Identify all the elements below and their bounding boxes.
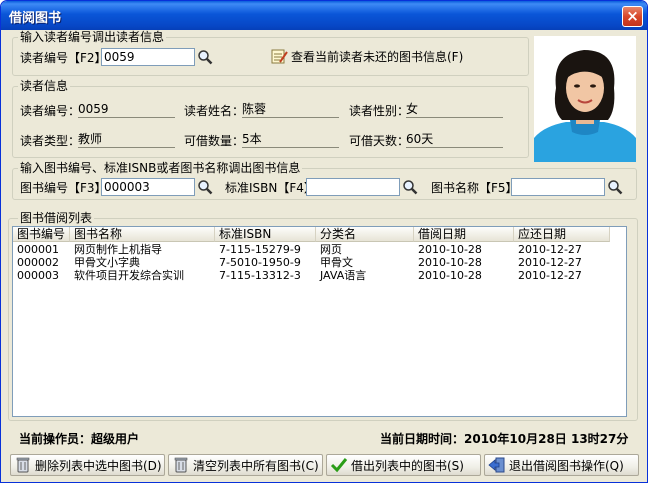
- reader-number-value: 0059: [78, 102, 175, 118]
- column-header-book-name[interactable]: 图书名称: [70, 227, 215, 242]
- reader-photo: [534, 36, 636, 162]
- table-row[interactable]: 000002 甲骨文小字典 7-5010-1950-9 甲骨文 2010-10-…: [13, 256, 610, 269]
- cell-book-name: 甲骨文小字典: [74, 256, 140, 269]
- current-operator: 当前操作员：超级用户: [19, 432, 140, 446]
- borrow-book-window: 借阅图书 × 输入读者编号调出读者信息 读者编号【F2】 0059 查看当前读者…: [0, 0, 648, 483]
- exit-icon: [488, 457, 505, 473]
- cell-borrow-date: 2010-10-28: [418, 269, 482, 282]
- reader-type-value: 教师: [78, 132, 175, 148]
- reader-number-label: 读者编号：: [20, 104, 81, 118]
- reader-gender-label: 读者性别：: [349, 104, 410, 118]
- reader-id-input[interactable]: 0059: [101, 48, 195, 66]
- book-search-group-title: 输入图书编号、标准ISNB或者图书名称调出图书信息: [18, 161, 303, 175]
- book-name-label: 图书名称【F5】: [431, 181, 518, 195]
- search-book-number-button[interactable]: [195, 178, 215, 196]
- borrow-books-button[interactable]: 借出列表中的图书(S): [326, 454, 481, 476]
- borrow-days-label: 可借天数：: [349, 134, 410, 148]
- magnifier-icon: [198, 50, 213, 65]
- magnifier-icon: [198, 180, 213, 195]
- unreturned-books-link[interactable]: 查看当前读者未还的图书信息(F): [271, 48, 463, 65]
- clear-all-button[interactable]: 清空列表中所有图书(C): [168, 454, 323, 476]
- book-name-input[interactable]: [511, 178, 605, 196]
- trash-icon: [174, 457, 188, 473]
- cell-category: 网页: [320, 243, 342, 256]
- borrow-list-view[interactable]: 图书编号 图书名称 标准ISBN 分类名 借阅日期 应还日期 000001 网页…: [12, 226, 627, 417]
- cell-due-date: 2010-12-27: [518, 256, 582, 269]
- exit-borrow-label: 退出借阅图书操作(Q): [509, 458, 624, 473]
- reader-portrait-image: [534, 36, 636, 162]
- cell-due-date: 2010-12-27: [518, 269, 582, 282]
- search-reader-button[interactable]: [195, 48, 215, 66]
- cell-borrow-date: 2010-10-28: [418, 243, 482, 256]
- current-datetime: 当前日期时间：2010年10月28日 13时27分: [380, 432, 629, 446]
- cell-category: 甲骨文: [320, 256, 353, 269]
- clear-all-label: 清空列表中所有图书(C): [193, 458, 319, 473]
- search-book-name-button[interactable]: [605, 178, 625, 196]
- column-header-isbn[interactable]: 标准ISBN: [215, 227, 316, 242]
- window-body: 输入读者编号调出读者信息 读者编号【F2】 0059 查看当前读者未还的图书信息…: [4, 30, 644, 481]
- cell-isbn: 7-5010-1950-9: [219, 256, 301, 269]
- cell-book-number: 000001: [17, 243, 59, 256]
- cell-borrow-date: 2010-10-28: [418, 256, 482, 269]
- cell-due-date: 2010-12-27: [518, 243, 582, 256]
- check-icon: [330, 458, 348, 473]
- magnifier-icon: [403, 180, 418, 195]
- column-header-due-date[interactable]: 应还日期: [514, 227, 610, 242]
- cell-book-name: 网页制作上机指导: [74, 243, 162, 256]
- borrow-books-label: 借出列表中的图书(S): [351, 458, 464, 473]
- borrow-days-value: 60天: [406, 132, 503, 148]
- cell-book-number: 000002: [17, 256, 59, 269]
- reader-search-group-title: 输入读者编号调出读者信息: [18, 30, 167, 44]
- title-bar[interactable]: 借阅图书 ×: [1, 1, 647, 30]
- exit-borrow-button[interactable]: 退出借阅图书操作(Q): [484, 454, 639, 476]
- reader-name-label: 读者姓名：: [184, 104, 245, 118]
- search-isbn-button[interactable]: [400, 178, 420, 196]
- isbn-input[interactable]: [306, 178, 400, 196]
- notepad-icon: [271, 49, 288, 64]
- cell-isbn: 7-115-13312-3: [219, 269, 301, 282]
- reader-info-group-title: 读者信息: [18, 79, 71, 93]
- column-header-borrow-date[interactable]: 借阅日期: [414, 227, 514, 242]
- cell-book-name: 软件项目开发综合实训: [74, 269, 184, 282]
- isbn-label: 标准ISBN【F4】: [225, 181, 316, 195]
- column-header-book-number[interactable]: 图书编号: [13, 227, 70, 242]
- delete-selected-button[interactable]: 删除列表中选中图书(D): [10, 454, 165, 476]
- trash-icon: [16, 457, 30, 473]
- reader-name-value: 陈蓉: [242, 102, 339, 118]
- reader-gender-value: 女: [406, 102, 503, 118]
- cell-isbn: 7-115-15279-9: [219, 243, 301, 256]
- reader-type-label: 读者类型：: [20, 134, 81, 148]
- window-title: 借阅图书: [9, 11, 62, 26]
- cell-category: JAVA语言: [320, 269, 367, 282]
- close-button[interactable]: ×: [622, 6, 643, 27]
- table-row[interactable]: 000001 网页制作上机指导 7-115-15279-9 网页 2010-10…: [13, 243, 610, 256]
- cell-book-number: 000003: [17, 269, 59, 282]
- unreturned-books-label: 查看当前读者未还的图书信息(F): [291, 50, 464, 64]
- delete-selected-label: 删除列表中选中图书(D): [35, 458, 162, 473]
- column-header-category[interactable]: 分类名: [316, 227, 414, 242]
- borrow-quota-label: 可借数量：: [184, 134, 245, 148]
- magnifier-icon: [608, 180, 623, 195]
- book-number-label: 图书编号【F3】: [20, 181, 107, 195]
- table-row[interactable]: 000003 软件项目开发综合实训 7-115-13312-3 JAVA语言 2…: [13, 269, 610, 282]
- borrow-quota-value: 5本: [242, 132, 339, 148]
- borrow-list-group-title: 图书借阅列表: [18, 211, 95, 225]
- book-number-input[interactable]: 000003: [101, 178, 195, 196]
- reader-id-label: 读者编号【F2】: [20, 51, 107, 65]
